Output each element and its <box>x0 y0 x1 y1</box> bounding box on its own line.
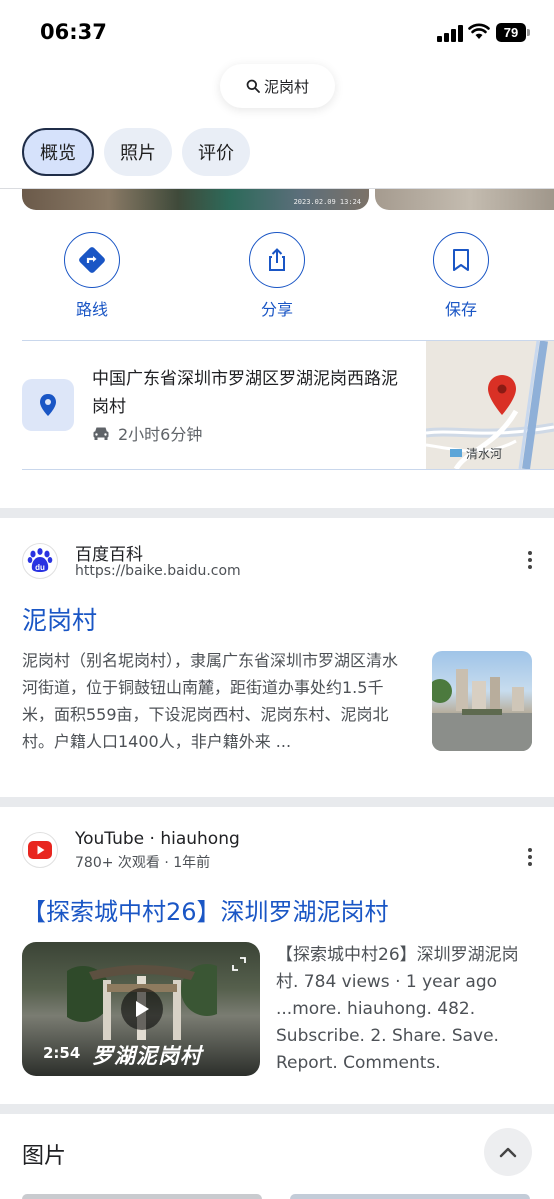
status-time: 06:37 <box>40 20 107 44</box>
directions-label: 路线 <box>75 300 108 319</box>
baidu-paw-icon: du <box>22 543 58 579</box>
status-bar: 06:37 79 <box>0 0 554 62</box>
more-options-icon[interactable] <box>528 551 532 572</box>
drive-time-row: 2小时6分钟 <box>92 421 202 445</box>
wifi-icon <box>468 22 490 40</box>
directions-button[interactable]: 路线 <box>42 232 142 320</box>
result-snippet: 泥岗村（别名坭岗村），隶属广东省深圳市罗湖区清水河街道，位于铜鼓钮山南麓，距街道… <box>22 651 399 751</box>
search-result: YouTube · hiauhong 780+ 次观看 · 1年前 【探索城中村… <box>22 829 532 1092</box>
search-pill[interactable]: 泥岗村 <box>220 64 335 108</box>
result-snippet: 【探索城中村26】深圳罗湖泥岗村. 784 views · 1 year ago… <box>276 945 519 1073</box>
section-divider <box>0 797 554 807</box>
share-button[interactable]: 分享 <box>227 232 327 320</box>
search-query: 泥岗村 <box>263 77 309 96</box>
youtube-icon <box>22 832 58 868</box>
site-url: https://baike.baidu.com <box>75 563 241 579</box>
save-button[interactable]: 保存 <box>411 232 511 320</box>
section-divider <box>0 508 554 518</box>
result-source[interactable]: YouTube · hiauhong 780+ 次观看 · 1年前 <box>22 829 532 872</box>
image-thumbnail[interactable] <box>290 1194 530 1199</box>
map-label: 清水河 <box>466 447 503 461</box>
site-name: 百度百科 <box>75 545 143 565</box>
play-icon[interactable] <box>121 988 163 1030</box>
battery-icon: 79 <box>496 23 530 42</box>
image-thumbnail[interactable] <box>22 1194 262 1199</box>
more-options-icon[interactable] <box>528 848 532 869</box>
video-meta: 780+ 次观看 · 1年前 <box>75 855 211 871</box>
tab-reviews[interactable]: 评价 <box>182 128 250 176</box>
share-icon <box>269 248 285 271</box>
video-thumbnail[interactable]: 2:54 罗湖泥岗村 <box>22 942 260 1076</box>
place-actions: 路线 分享 保存 <box>0 232 554 322</box>
expand-icon[interactable] <box>232 956 246 971</box>
search-icon <box>246 79 260 93</box>
video-caption: 罗湖泥岗村 <box>92 1044 202 1068</box>
result-source[interactable]: du 百度百科 https://baike.baidu.com <box>22 543 532 583</box>
address-card[interactable]: 中国广东省深圳市罗湖区罗湖泥岗西路泥岗村 2小时6分钟 清水河 <box>22 340 554 470</box>
bookmark-icon <box>453 249 469 271</box>
result-thumbnail[interactable] <box>432 651 532 751</box>
place-address: 中国广东省深圳市罗湖区罗湖泥岗西路泥岗村 <box>92 369 398 417</box>
directions-icon <box>79 247 105 273</box>
result-title-link[interactable]: 泥岗村 <box>22 601 532 637</box>
scroll-to-top-button[interactable] <box>484 1128 532 1176</box>
images-section-title: 图片 <box>22 1144 67 1169</box>
share-label: 分享 <box>260 300 293 319</box>
place-photo[interactable]: 2023.02.09 13:24 <box>22 189 369 210</box>
battery-level: 79 <box>496 23 526 42</box>
site-name: YouTube · hiauhong <box>75 829 240 849</box>
drive-time: 2小时6分钟 <box>118 425 203 444</box>
car-icon <box>93 427 109 440</box>
section-divider <box>0 1104 554 1114</box>
tab-photos[interactable]: 照片 <box>104 128 172 176</box>
tab-overview[interactable]: 概览 <box>22 128 94 176</box>
result-title-link[interactable]: 【探索城中村26】深圳罗湖泥岗村 <box>22 892 532 927</box>
search-result: du 百度百科 https://baike.baidu.com 泥岗村 泥岗村（… <box>22 543 532 793</box>
cellular-signal-icon <box>437 24 463 42</box>
svg-text:du: du <box>35 563 45 572</box>
photo-carousel[interactable]: 2023.02.09 13:24 <box>22 189 554 211</box>
video-duration: 2:54 <box>43 1044 81 1062</box>
location-pin-icon <box>22 379 74 431</box>
chevron-up-icon <box>499 1147 517 1158</box>
tab-bar: 概览 照片 评价 <box>22 128 250 176</box>
photo-timestamp: 2023.02.09 13:24 <box>293 198 361 206</box>
place-photo[interactable] <box>375 189 554 210</box>
map-thumbnail[interactable]: 清水河 <box>426 341 554 469</box>
save-label: 保存 <box>444 300 477 319</box>
